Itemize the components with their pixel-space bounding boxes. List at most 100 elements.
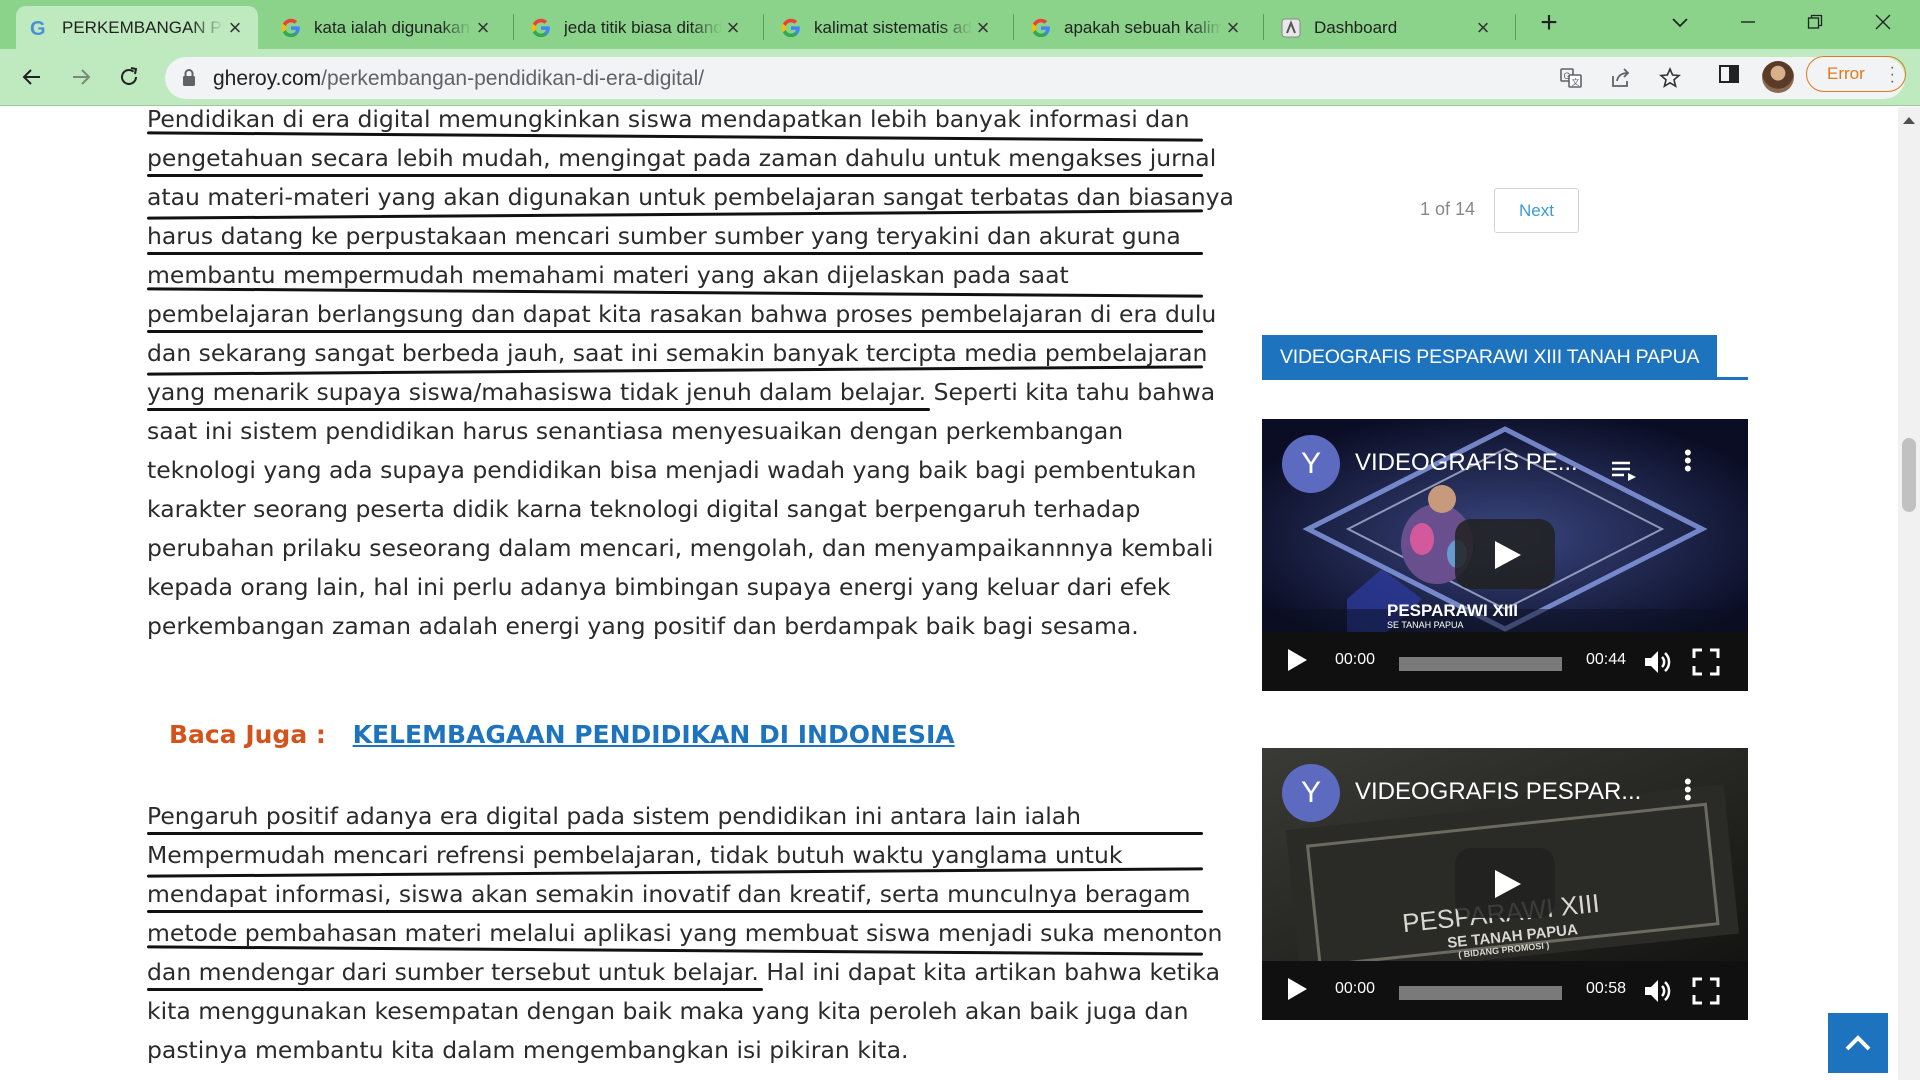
text-line: kepada orang lain, hal ini perlu adanya … — [147, 573, 1171, 601]
tab-title: apakah sebuah kalimat — [1064, 17, 1222, 37]
text-line: dan mendengar dari sumber tersebut untuk… — [147, 953, 1220, 992]
volume-icon[interactable] — [1643, 977, 1673, 1005]
video-controls: 00:00 00:44 — [1262, 632, 1748, 691]
tab-search-chevron-icon[interactable] — [1660, 8, 1700, 36]
browser-toolbar: gheroy.com/perkembangan-pendidikan-di-er… — [0, 49, 1920, 106]
text-line: atau materi-materi yang akan digunakan u… — [147, 178, 1234, 217]
underlined-text: yang menarik supaya siswa/mahasiswa tida… — [147, 373, 931, 412]
tab-google-search[interactable]: apakah sebuah kalimat × — [1018, 6, 1256, 49]
text-line: metode pembahasan materi melalui aplikas… — [147, 914, 1222, 953]
lock-icon — [183, 69, 195, 86]
scroll-to-top-button[interactable] — [1828, 1013, 1888, 1073]
scroll-up-arrow-icon[interactable] — [1903, 117, 1915, 124]
new-tab-button[interactable]: + — [1535, 8, 1563, 38]
google-icon — [531, 18, 550, 37]
side-panel-icon[interactable] — [1715, 60, 1743, 88]
gheroy-g-icon: G — [30, 18, 46, 39]
close-tab-icon[interactable]: × — [1222, 15, 1244, 40]
google-icon — [1031, 18, 1050, 37]
text-line: karakter seorang peserta didik karna tek… — [147, 495, 1141, 523]
volume-icon[interactable] — [1643, 648, 1673, 676]
text-fragment: Hal ini dapat kita artikan bahwa ketika — [758, 958, 1221, 986]
play-button-large[interactable] — [1455, 519, 1555, 589]
address-bar[interactable]: gheroy.com/perkembangan-pendidikan-di-er… — [165, 57, 1905, 99]
tab-google-search[interactable]: kata ialah digunakan × — [268, 6, 506, 49]
close-tab-icon[interactable]: × — [722, 15, 744, 40]
tab-title: Dashboard — [1314, 17, 1398, 37]
close-tab-icon[interactable]: × — [972, 15, 994, 40]
tab-title: kata ialah digunakan — [314, 17, 470, 37]
tab-separator — [513, 14, 514, 40]
back-arrow-icon[interactable] — [16, 61, 48, 93]
tab-title: jeda titik biasa ditandai — [564, 17, 722, 37]
pager-count: 1 of 14 — [1420, 199, 1476, 219]
forward-arrow-icon[interactable] — [65, 61, 97, 93]
video-player-1[interactable]: PESPARAWI XIII SE TANAH PAPUA Y VIDEOGRA… — [1262, 419, 1748, 691]
tab-separator — [1515, 14, 1516, 40]
minimize-icon[interactable] — [1728, 8, 1768, 36]
text-line: teknologi yang ada supaya pendidikan bis… — [147, 456, 1197, 484]
text-line: pengetahuan secara lebih mudah, menginga… — [147, 139, 1216, 178]
baca-juga-label: Baca Juga : — [169, 720, 326, 749]
video-player-2[interactable]: PESPARAWI XIII SE TANAH PAPUA ( BIDANG P… — [1262, 748, 1748, 1020]
error-button[interactable]: Error · · · — [1806, 56, 1906, 92]
tab-strip: G PERKEMBANGAN PENDIDIKAN DI ERA DIGITAL… — [0, 0, 1920, 49]
text-line: kita menggunakan kesempatan dengan baik … — [147, 997, 1189, 1025]
tab-title: kalimat sistematis adalah — [814, 17, 972, 37]
pager-next-button[interactable]: Next — [1494, 188, 1579, 233]
text-line: dan sekarang sangat berbeda jauh, saat i… — [147, 334, 1207, 373]
url-text: gheroy.com/perkembangan-pendidikan-di-er… — [213, 67, 704, 91]
google-icon — [281, 18, 300, 37]
restore-icon[interactable] — [1795, 8, 1835, 36]
video-menu-icon[interactable]: • • • — [1684, 771, 1692, 809]
widget-title: VIDEOGRAFIS PESPARAWI XIII TANAH PAPUA — [1262, 335, 1748, 380]
article-paragraph-2: Pengaruh positif adanya era digital pada… — [147, 797, 1222, 1070]
url-path: /perkembangan-pendidikan-di-era-digital/ — [321, 67, 705, 90]
reload-icon[interactable] — [113, 61, 145, 93]
video-title[interactable]: VIDEOGRAFIS PE... — [1355, 449, 1578, 477]
close-tab-icon[interactable]: × — [1472, 15, 1494, 40]
close-tab-icon[interactable]: × — [472, 15, 494, 40]
play-icon[interactable] — [1288, 649, 1307, 671]
duration: 00:58 — [1586, 980, 1627, 997]
fullscreen-icon[interactable] — [1692, 648, 1720, 676]
article-paragraph-1: Pendidikan di era digital memungkinkan s… — [147, 107, 1234, 646]
bookmark-star-icon[interactable] — [1656, 64, 1684, 92]
close-tab-icon[interactable]: × — [224, 15, 246, 40]
duration: 00:44 — [1586, 651, 1627, 668]
url-host: gheroy.com — [213, 67, 322, 90]
baca-juga-link[interactable]: KELEMBAGAAN PENDIDIKAN DI INDONESIA — [353, 720, 955, 749]
video-menu-icon[interactable]: • • • — [1684, 442, 1692, 480]
translate-icon[interactable]: G文 — [1557, 64, 1585, 92]
channel-avatar[interactable]: Y — [1282, 764, 1340, 822]
video-controls: 00:00 00:58 — [1262, 961, 1748, 1020]
tab-google-search[interactable]: kalimat sistematis adalah × — [768, 6, 1006, 49]
play-icon[interactable] — [1288, 978, 1307, 1000]
tab-dashboard[interactable]: Dashboard × — [1268, 6, 1506, 49]
tab-google-search[interactable]: jeda titik biasa ditandai × — [518, 6, 756, 49]
channel-avatar[interactable]: Y — [1282, 435, 1340, 493]
text-line: harus datang ke perpustakaan mencari sum… — [147, 217, 1203, 256]
play-button-large[interactable] — [1455, 848, 1555, 918]
seek-bar[interactable] — [1399, 657, 1562, 671]
share-icon[interactable] — [1607, 64, 1635, 92]
text-line: mendapat informasi, siswa akan semakin i… — [147, 875, 1203, 914]
current-time: 00:00 — [1335, 980, 1376, 997]
tab-perkembangan[interactable]: G PERKEMBANGAN PENDIDIKAN DI ERA DIGITAL… — [16, 6, 258, 49]
page-scrollbar[interactable] — [1898, 107, 1920, 1080]
playlist-icon[interactable] — [1610, 459, 1638, 481]
underlined-text: dan mendengar dari sumber tersebut untuk… — [147, 953, 763, 992]
tab-title: PERKEMBANGAN PENDIDIKAN DI ERA DIGITAL — [62, 17, 224, 37]
error-label: Error — [1827, 64, 1865, 83]
tab-separator — [1263, 14, 1264, 40]
web-page: Pendidikan di era digital memungkinkan s… — [0, 107, 1898, 1080]
profile-avatar[interactable] — [1762, 61, 1794, 93]
video-title[interactable]: VIDEOGRAFIS PESPAR... — [1355, 778, 1641, 806]
fullscreen-icon[interactable] — [1692, 977, 1720, 1005]
scrollbar-thumb[interactable] — [1902, 438, 1916, 512]
close-window-icon[interactable] — [1863, 8, 1903, 36]
seek-bar[interactable] — [1399, 986, 1562, 1000]
more-menu-icon[interactable]: · · · — [1890, 60, 1895, 90]
video-overlay-title: PESPARAWI XIII — [1387, 601, 1518, 620]
tab-separator — [763, 14, 764, 40]
